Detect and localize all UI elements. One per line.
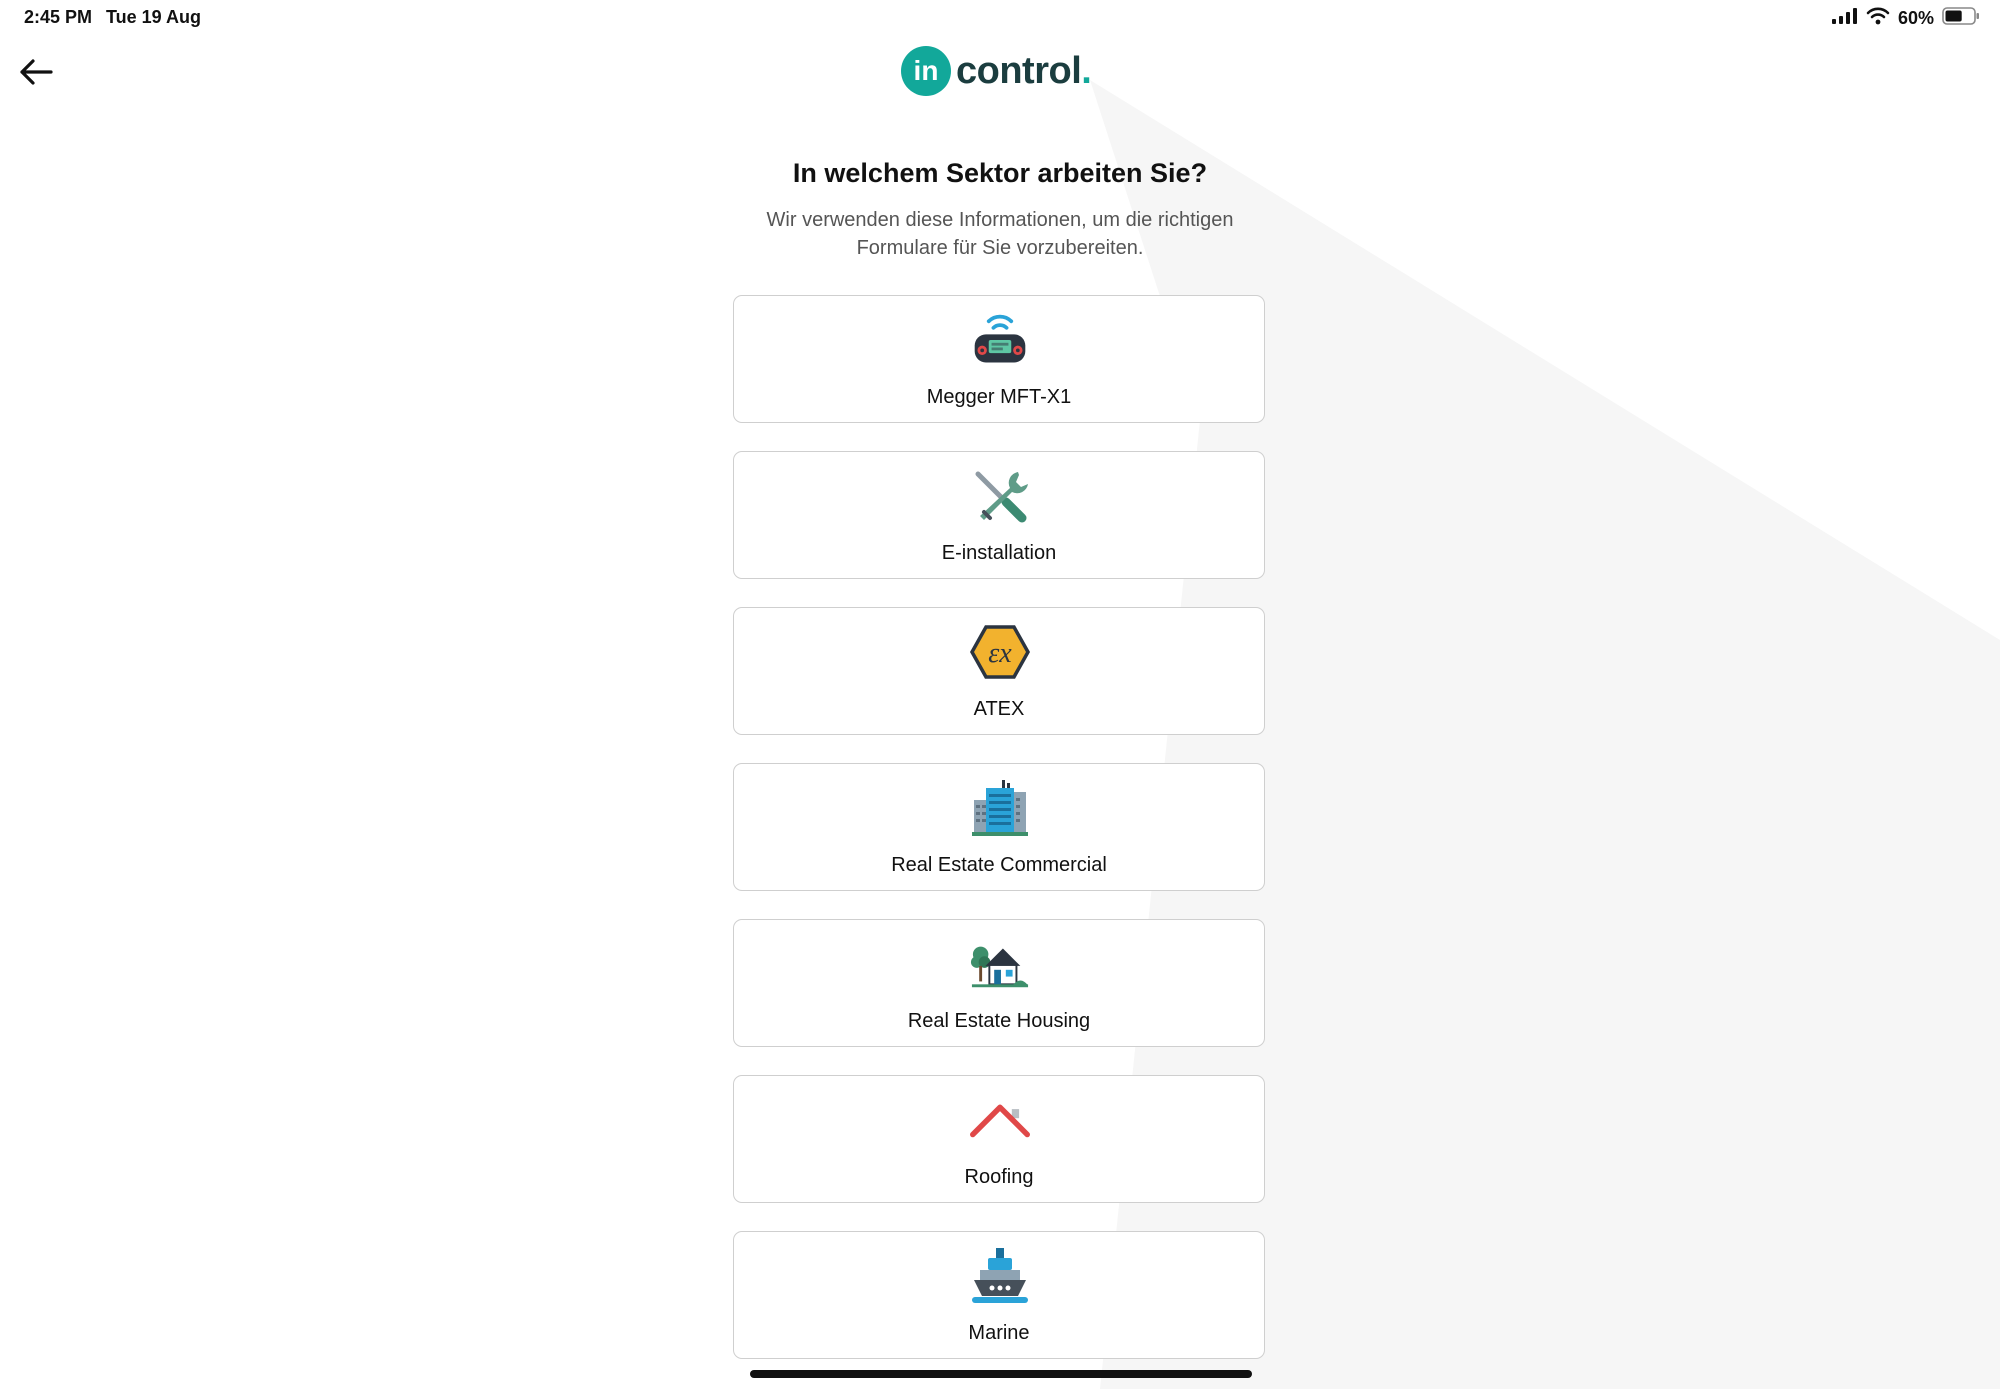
sector-label: ATEX (973, 698, 1025, 720)
sector-card-real-estate-commercial[interactable]: Real Estate Commercial (733, 763, 1265, 891)
sector-label: Megger MFT-X1 (926, 386, 1072, 408)
battery-icon (1942, 6, 1980, 30)
status-bar: 2:45 PM Tue 19 Aug 60% (0, 0, 2000, 36)
tester-device-icon (970, 310, 1030, 370)
status-time: 2:45 PM (24, 7, 93, 27)
sector-card-roofing[interactable]: Roofing (733, 1075, 1265, 1203)
home-indicator (750, 1370, 1252, 1378)
page-title: In welchem Sektor arbeiten Sie? (792, 158, 1208, 188)
house-icon (970, 934, 1030, 994)
logo-mark-text: in (914, 55, 939, 86)
status-date: Tue 19 Aug (106, 7, 202, 27)
sector-card-e-installation[interactable]: E-installation (733, 451, 1265, 579)
battery-percent: 60% (1897, 7, 1934, 28)
cellular-signal-icon (1831, 7, 1858, 29)
sector-card-atex[interactable]: εx ATEX (733, 607, 1265, 735)
back-button[interactable] (14, 52, 58, 96)
sector-list: Megger MFT-X1 E-installation εx ATEX Rea… (733, 295, 1267, 1387)
sector-label: Roofing (964, 1166, 1034, 1188)
wrench-screwdriver-icon (970, 466, 1030, 526)
sector-label: Marine (968, 1322, 1030, 1344)
logo-dot: . (1081, 49, 1092, 92)
sector-label: Real Estate Commercial (891, 854, 1107, 876)
atex-ex-icon: εx (970, 622, 1030, 682)
sector-card-real-estate-housing[interactable]: Real Estate Housing (733, 919, 1265, 1047)
sector-label: Real Estate Housing (907, 1010, 1091, 1032)
incontrol-logo: in control. (900, 44, 1092, 98)
ship-icon (970, 1246, 1030, 1306)
sector-label: E-installation (941, 542, 1057, 564)
sector-card-megger[interactable]: Megger MFT-X1 (733, 295, 1265, 423)
svg-text:εx: εx (988, 638, 1012, 669)
sector-card-marine[interactable]: Marine (733, 1231, 1265, 1359)
roof-icon (970, 1090, 1030, 1150)
office-building-icon (970, 778, 1030, 838)
logo-mark-icon: in (901, 46, 951, 96)
wifi-icon (1866, 7, 1890, 30)
status-indicators: 60% (1831, 6, 1980, 30)
page-subtitle: Wir verwenden diese Informationen, um di… (766, 209, 1234, 259)
screen: 2:45 PM Tue 19 Aug 60% in control . In w… (0, 0, 2000, 1389)
arrow-left-icon (19, 58, 53, 90)
logo-text: control (956, 49, 1082, 92)
